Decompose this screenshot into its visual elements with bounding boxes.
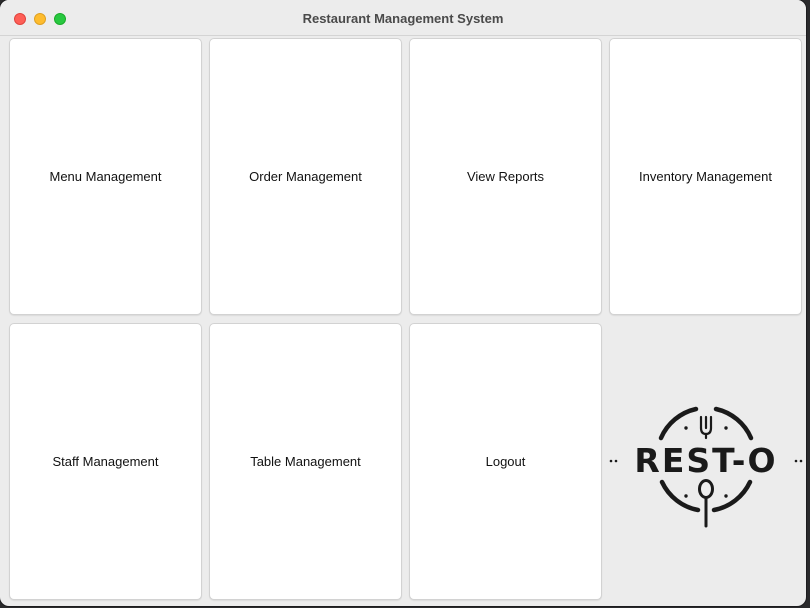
view-reports-button[interactable]: View Reports	[409, 38, 602, 315]
logo-wordmark: REST-O	[634, 441, 777, 480]
logout-button[interactable]: Logout	[409, 323, 602, 600]
staff-management-button[interactable]: Staff Management	[9, 323, 202, 600]
resto-logo: REST-O	[609, 406, 803, 528]
logo-circle-arc	[711, 479, 753, 513]
window-title: Restaurant Management System	[302, 11, 504, 26]
table-management-button[interactable]: Table Management	[209, 323, 402, 600]
logo-circle-arc	[658, 406, 699, 441]
menu-management-button[interactable]: Menu Management	[9, 38, 202, 315]
inventory-management-button[interactable]: Inventory Management	[609, 38, 802, 315]
title-bar: Restaurant Management System	[0, 0, 806, 36]
spoon-icon	[698, 479, 714, 528]
logo-circle-arc	[713, 406, 754, 441]
app-window: Restaurant Management System Menu Manage…	[0, 0, 806, 606]
fork-icon	[699, 415, 713, 440]
logo-circle-arc	[659, 479, 701, 513]
order-management-button[interactable]: Order Management	[209, 38, 402, 315]
